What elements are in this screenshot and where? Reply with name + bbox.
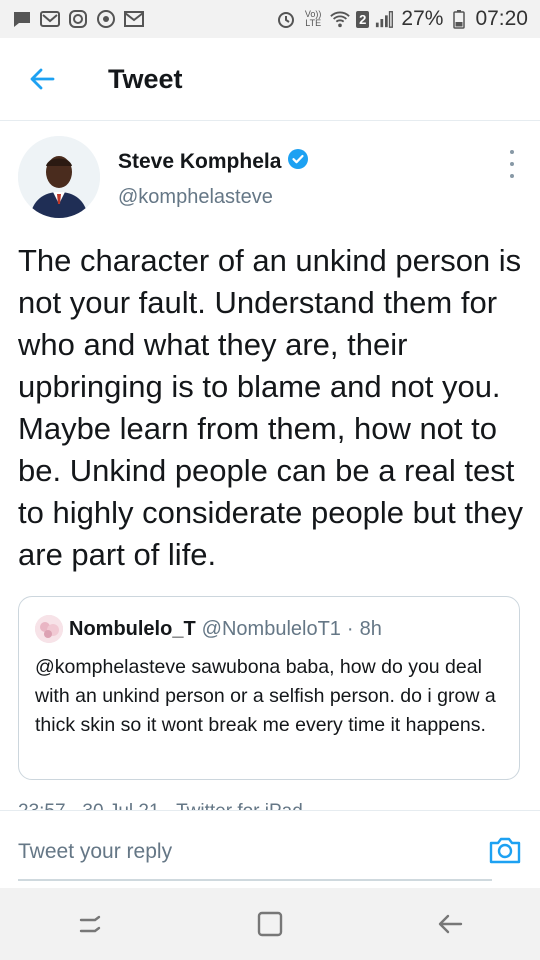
status-bar: Vo)) LTE 2 27% 07:20 xyxy=(0,0,540,38)
quoted-tweet-header: Nombulelo_T @NombuleloT1 · 8h xyxy=(35,615,382,643)
notification-icons xyxy=(0,9,144,29)
arrow-left-icon xyxy=(30,68,55,90)
camera-button[interactable] xyxy=(488,833,522,867)
reply-bar xyxy=(0,810,540,889)
alarm-icon xyxy=(276,9,296,29)
tweet-author: Steve Komphela @komphelasteve xyxy=(18,136,528,226)
verified-badge-icon xyxy=(287,148,309,175)
signal-icon xyxy=(375,9,395,29)
back-button[interactable] xyxy=(12,49,72,109)
tweet-text: The character of an unkind person is not… xyxy=(18,243,523,572)
quoted-separator: · xyxy=(346,617,354,640)
home-button[interactable] xyxy=(240,894,300,954)
system-nav-bar xyxy=(0,888,540,960)
camera-icon xyxy=(489,837,521,864)
quoted-tweet[interactable]: Nombulelo_T @NombuleloT1 · 8h @komphelas… xyxy=(18,596,520,780)
page-title: Tweet xyxy=(108,63,183,94)
back-nav-icon xyxy=(438,914,463,934)
mail-icon xyxy=(40,9,60,29)
reply-input[interactable] xyxy=(18,825,492,881)
user-handle[interactable]: @komphelasteve xyxy=(118,186,273,209)
system-status: Vo)) LTE 2 27% 07:20 xyxy=(276,7,540,31)
quoted-handle: @NombuleloT1 xyxy=(201,617,341,640)
recent-apps-button[interactable] xyxy=(60,894,120,954)
chat-icon xyxy=(12,9,32,29)
recent-apps-icon xyxy=(79,915,101,933)
clock: 07:20 xyxy=(475,7,528,30)
more-options-button[interactable] xyxy=(500,150,524,178)
chrome-icon xyxy=(96,9,116,29)
tweet-meta: 23:57 · 30 Jul 21 · Twitter for iPad xyxy=(18,800,303,811)
home-icon xyxy=(257,911,283,937)
more-dots-icon xyxy=(510,150,514,154)
instagram-icon xyxy=(68,9,88,29)
display-name[interactable]: Steve Komphela xyxy=(118,150,281,174)
more-dot xyxy=(510,162,514,166)
tweet-meta-text: 23:57 · 30 Jul 21 · Twitter for iPad xyxy=(18,801,303,811)
wifi-icon xyxy=(330,9,350,29)
gmail-icon xyxy=(124,9,144,29)
sim-slot-badge: 2 xyxy=(356,10,370,28)
back-nav-button[interactable] xyxy=(420,894,480,954)
battery-percent: 27% xyxy=(401,7,444,30)
avatar[interactable] xyxy=(18,136,100,218)
quoted-time: 8h xyxy=(359,617,382,640)
quoted-text: @komphelasteve sawubona baba, how do you… xyxy=(35,656,496,736)
top-bar: Tweet xyxy=(0,38,540,121)
battery-icon xyxy=(449,9,469,29)
more-dot xyxy=(510,174,514,178)
name-line: Steve Komphela xyxy=(118,148,309,175)
quoted-avatar xyxy=(35,615,63,643)
volte-label: Vo)) LTE xyxy=(304,9,322,28)
quoted-display-name: Nombulelo_T xyxy=(69,617,196,640)
